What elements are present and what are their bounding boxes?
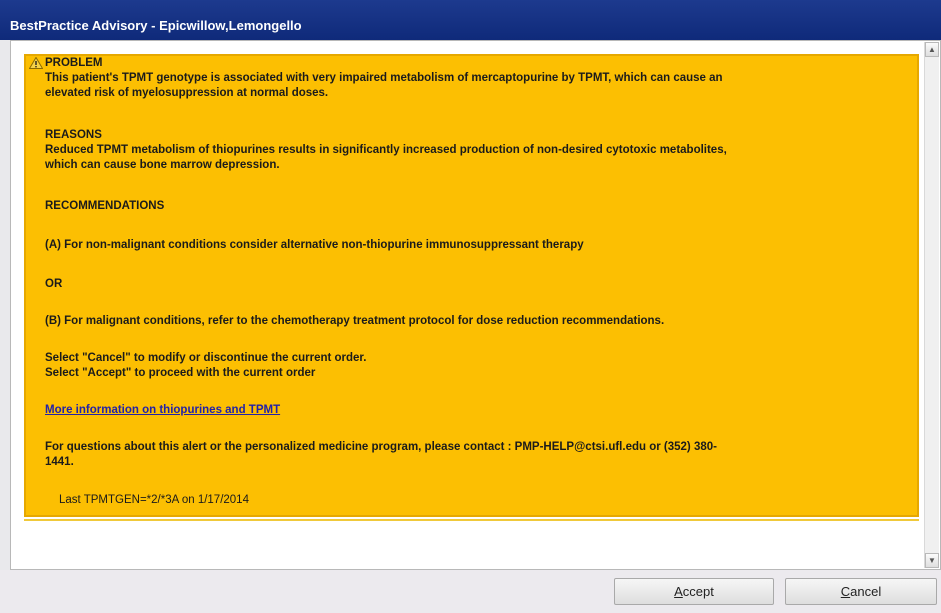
window-title: BestPractice Advisory - Epicwillow,Lemon…: [10, 18, 302, 33]
cancel-instruction: Select "Cancel" to modify or discontinue…: [45, 352, 367, 364]
contact-line-2: 1441.: [45, 456, 74, 468]
scroll-up-arrow-icon[interactable]: ▲: [925, 42, 939, 57]
more-info-link[interactable]: More information on thiopurines and TPMT: [45, 403, 280, 418]
advisory-divider: [24, 519, 919, 521]
warning-icon: [29, 57, 43, 69]
vertical-scrollbar[interactable]: ▲ ▼: [924, 42, 939, 568]
window-titlebar[interactable]: BestPractice Advisory - Epicwillow,Lemon…: [0, 0, 941, 40]
accept-label: ccept: [682, 584, 714, 599]
contact-line-1: For questions about this alert or the pe…: [45, 441, 717, 453]
recommendation-b: (B) For malignant conditions, refer to t…: [45, 315, 665, 327]
problem-text-line-1: This patient's TPMT genotype is associat…: [45, 72, 723, 84]
recommendation-or: OR: [45, 278, 63, 290]
cancel-label: ancel: [850, 584, 882, 599]
recommendation-a: (A) For non-malignant conditions conside…: [45, 239, 584, 251]
cancel-button[interactable]: Cancel: [785, 578, 937, 605]
dialog-footer: Accept Cancel: [0, 570, 941, 613]
advisory-panel: PROBLEM This patient's TPMT genotype is …: [10, 40, 941, 570]
accept-accelerator: A: [674, 584, 683, 599]
last-tpmt-result: Last TPMTGEN=*2/*3A on 1/17/2014: [59, 494, 249, 506]
problem-text-line-2: elevated risk of myelosuppression at nor…: [45, 87, 329, 99]
accept-button[interactable]: Accept: [614, 578, 774, 605]
accept-instruction: Select "Accept" to proceed with the curr…: [45, 367, 316, 379]
reasons-heading: REASONS: [45, 129, 102, 141]
scroll-down-arrow-icon[interactable]: ▼: [925, 553, 939, 568]
reasons-text-line-2: which can cause bone marrow depression.: [45, 159, 280, 171]
reasons-text-line-1: Reduced TPMT metabolism of thiopurines r…: [45, 144, 727, 156]
problem-heading: PROBLEM: [45, 57, 103, 69]
cancel-accelerator: C: [840, 584, 851, 599]
recommendations-heading: RECOMMENDATIONS: [45, 200, 165, 212]
